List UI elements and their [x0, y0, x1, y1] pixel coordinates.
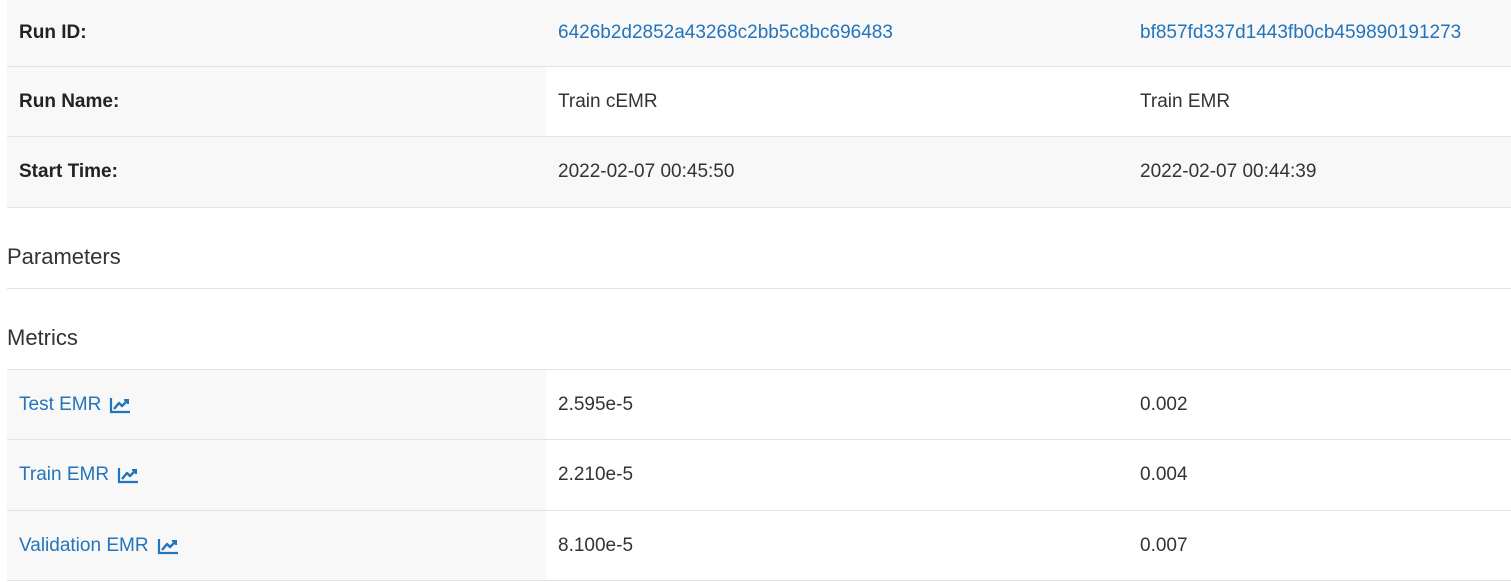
start-time-value-1: 2022-02-07 00:45:50 [558, 161, 735, 182]
run-name-value-1: Train cEMR [558, 90, 658, 112]
run-id-label: Run ID: [7, 0, 546, 66]
metric-value-2: 0.002 [1140, 393, 1188, 415]
metric-value-2: 0.004 [1140, 464, 1188, 485]
start-time-label: Start Time: [7, 137, 546, 207]
metric-link-test-emr[interactable]: Test EMR [19, 394, 131, 416]
metric-name: Validation EMR [19, 534, 149, 556]
metric-value-1: 2.595e-5 [558, 393, 634, 415]
metric-link-validation-emr[interactable]: Validation EMR [19, 535, 179, 557]
metric-value-1: 2.210e-5 [558, 464, 634, 485]
metric-row-validation-emr: Validation EMR 8.100e-5 0.007 [7, 511, 1511, 581]
run-name-label: Run Name: [7, 67, 546, 136]
run-name-value-2: Train EMR [1140, 90, 1231, 112]
line-chart-icon [157, 538, 178, 554]
run-id-link-2[interactable]: bf857fd337d1443fb0cb459890191273 [1140, 22, 1461, 44]
metric-value-1: 8.100e-5 [558, 534, 634, 556]
metric-name: Train EMR [19, 464, 110, 485]
run-name-row: Run Name: Train cEMR Train EMR [7, 67, 1511, 137]
start-time-value-2: 2022-02-07 00:44:39 [1140, 161, 1317, 182]
line-chart-icon [117, 468, 139, 484]
start-time-row: Start Time: 2022-02-07 00:45:50 2022-02-… [7, 137, 1511, 208]
metric-name: Test EMR [19, 393, 102, 415]
metric-value-2: 0.007 [1140, 534, 1188, 556]
run-id-row: Run ID: 6426b2d2852a43268c2bb5c8bc696483… [7, 0, 1511, 67]
run-comparison-table: Run ID: 6426b2d2852a43268c2bb5c8bc696483… [0, 0, 1511, 582]
run-id-link-1[interactable]: 6426b2d2852a43268c2bb5c8bc696483 [558, 22, 893, 44]
metrics-heading: Metrics [7, 289, 1511, 370]
metric-row-test-emr: Test EMR 2.595e-5 0.002 [7, 370, 1511, 440]
parameters-heading: Parameters [7, 208, 1511, 289]
line-chart-icon [110, 397, 131, 413]
metric-link-train-emr[interactable]: Train EMR [19, 464, 139, 486]
metric-row-train-emr: Train EMR 2.210e-5 0.004 [7, 440, 1511, 511]
